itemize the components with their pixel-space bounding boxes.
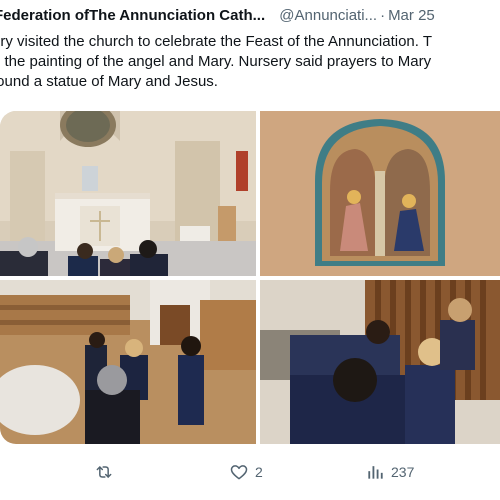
annunciation-painting-photo[interactable] xyxy=(260,111,500,276)
tweet-header: Federation ofThe Annunciation Cath... @A… xyxy=(0,6,500,26)
tweet-text-line-2: d the painting of the angel and Mary. Nu… xyxy=(0,53,432,70)
tweet-text-line-1: ery visited the church to celebrate the … xyxy=(0,33,432,50)
heart-icon xyxy=(230,465,248,480)
views-count: 237 xyxy=(391,464,415,480)
like-button[interactable]: 2 xyxy=(229,456,263,488)
media-grid xyxy=(0,111,500,444)
views-button[interactable]: 237 xyxy=(365,456,414,488)
church-altar-photo[interactable] xyxy=(0,111,256,276)
tweet-date[interactable]: Mar 25 xyxy=(388,7,435,24)
author-name[interactable]: Federation ofThe Annunciation Cath... xyxy=(0,7,265,24)
tweet-actions: 2 237 xyxy=(0,456,500,488)
retweet-button[interactable] xyxy=(94,456,114,488)
statue-gate-photo[interactable] xyxy=(260,280,500,444)
author-handle[interactable]: @Annunciati... xyxy=(279,7,377,24)
tweet-text-line-3: found a statue of Mary and Jesus. xyxy=(0,73,218,90)
separator: · xyxy=(380,7,386,24)
like-count: 2 xyxy=(255,464,263,480)
church-pews-photo[interactable] xyxy=(0,280,256,444)
tweet-text: ery visited the church to celebrate the … xyxy=(0,32,500,92)
views-chart-icon xyxy=(368,466,383,479)
retweet-icon xyxy=(96,466,112,478)
